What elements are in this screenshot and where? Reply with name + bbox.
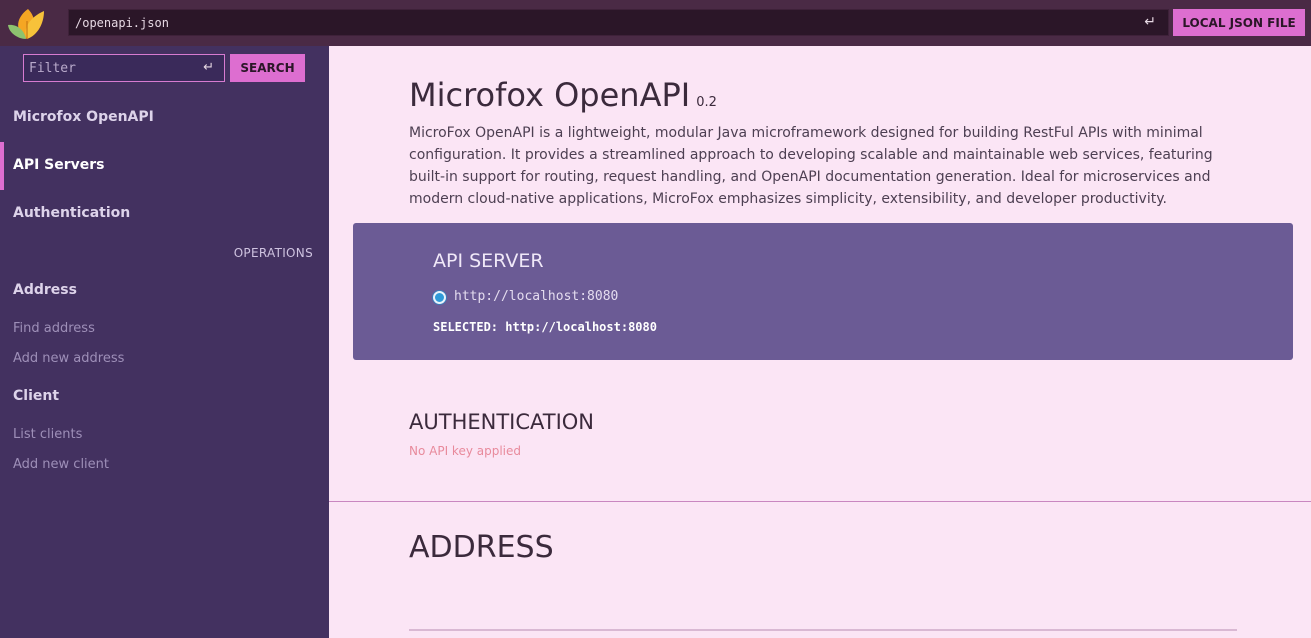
section-rule — [409, 629, 1237, 631]
api-description: MicroFox OpenAPI is a lightweight, modul… — [409, 125, 1213, 207]
enter-icon: ↵ — [203, 60, 214, 75]
section-divider — [329, 501, 1311, 502]
spec-url-field[interactable]: ↵ — [68, 9, 1169, 36]
filter-field[interactable]: ↵ — [23, 54, 225, 82]
api-server-panel: API SERVER http://localhost:8080 SELECTE… — [353, 223, 1293, 360]
enter-icon: ↵ — [1144, 14, 1156, 30]
auth-status-text: No API key applied — [409, 444, 522, 458]
api-version: 0.2 — [696, 95, 717, 110]
sidebar-op-list-clients[interactable]: List clients — [13, 427, 82, 442]
api-title: Microfox OpenAPI — [409, 76, 691, 114]
sidebar-op-add-new-address[interactable]: Add new address — [13, 351, 124, 366]
sidebar-item-overview[interactable]: Microfox OpenAPI — [13, 109, 154, 125]
selected-server: SELECTED: http://localhost:8080 — [433, 320, 657, 334]
sidebar-tag-client[interactable]: Client — [13, 388, 59, 404]
search-button[interactable]: SEARCH — [230, 54, 305, 82]
sidebar-item-authentication[interactable]: Authentication — [13, 205, 130, 221]
local-json-file-button[interactable]: LOCAL JSON FILE — [1173, 9, 1305, 36]
page-title: Microfox OpenAPI 0.2 — [409, 76, 717, 114]
sidebar: ↵ SEARCH Microfox OpenAPI API Servers Au… — [0, 46, 329, 638]
server-radio-button[interactable] — [433, 291, 446, 304]
top-bar: ↵ LOCAL JSON FILE — [0, 0, 1311, 46]
operations-heading: OPERATIONS — [233, 246, 313, 260]
sidebar-op-add-new-client[interactable]: Add new client — [13, 457, 109, 472]
section-title-address: ADDRESS — [409, 530, 554, 565]
spec-url-input[interactable] — [69, 10, 1168, 35]
sidebar-tag-address[interactable]: Address — [13, 282, 77, 298]
sidebar-op-find-address[interactable]: Find address — [13, 321, 95, 336]
filter-input[interactable] — [24, 55, 224, 81]
sidebar-item-api-servers[interactable]: API Servers — [13, 157, 105, 173]
active-indicator — [0, 142, 4, 190]
leaf-logo-icon — [8, 9, 44, 39]
authentication-heading: AUTHENTICATION — [409, 410, 595, 434]
server-url-option[interactable]: http://localhost:8080 — [454, 289, 618, 304]
api-server-heading: API SERVER — [433, 250, 544, 272]
main-content: Microfox OpenAPI 0.2 MicroFox OpenAPI is … — [329, 46, 1311, 638]
